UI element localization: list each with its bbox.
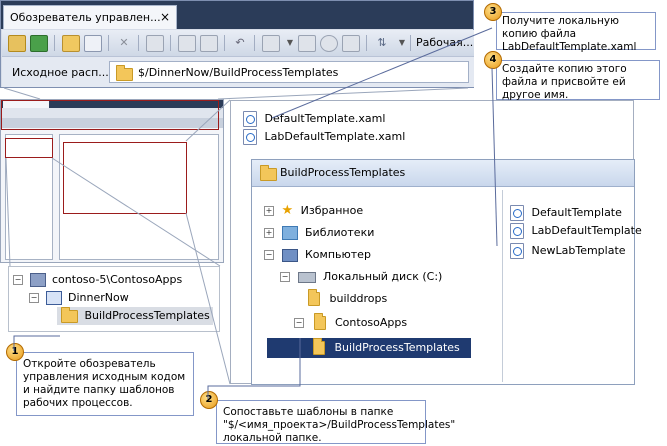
callout-pointer: [207, 338, 301, 399]
connector-line: [5, 157, 11, 267]
connector-line: [51, 157, 221, 267]
connector-line: [185, 212, 231, 385]
callout-pointer: [13, 335, 60, 351]
connector-line: [217, 87, 469, 100]
connector-lines: [3, 27, 498, 399]
callout-pointer: [491, 67, 498, 247]
connector-line: [185, 99, 231, 142]
connector-line: [3, 87, 41, 100]
callout-pointer: [271, 27, 493, 119]
